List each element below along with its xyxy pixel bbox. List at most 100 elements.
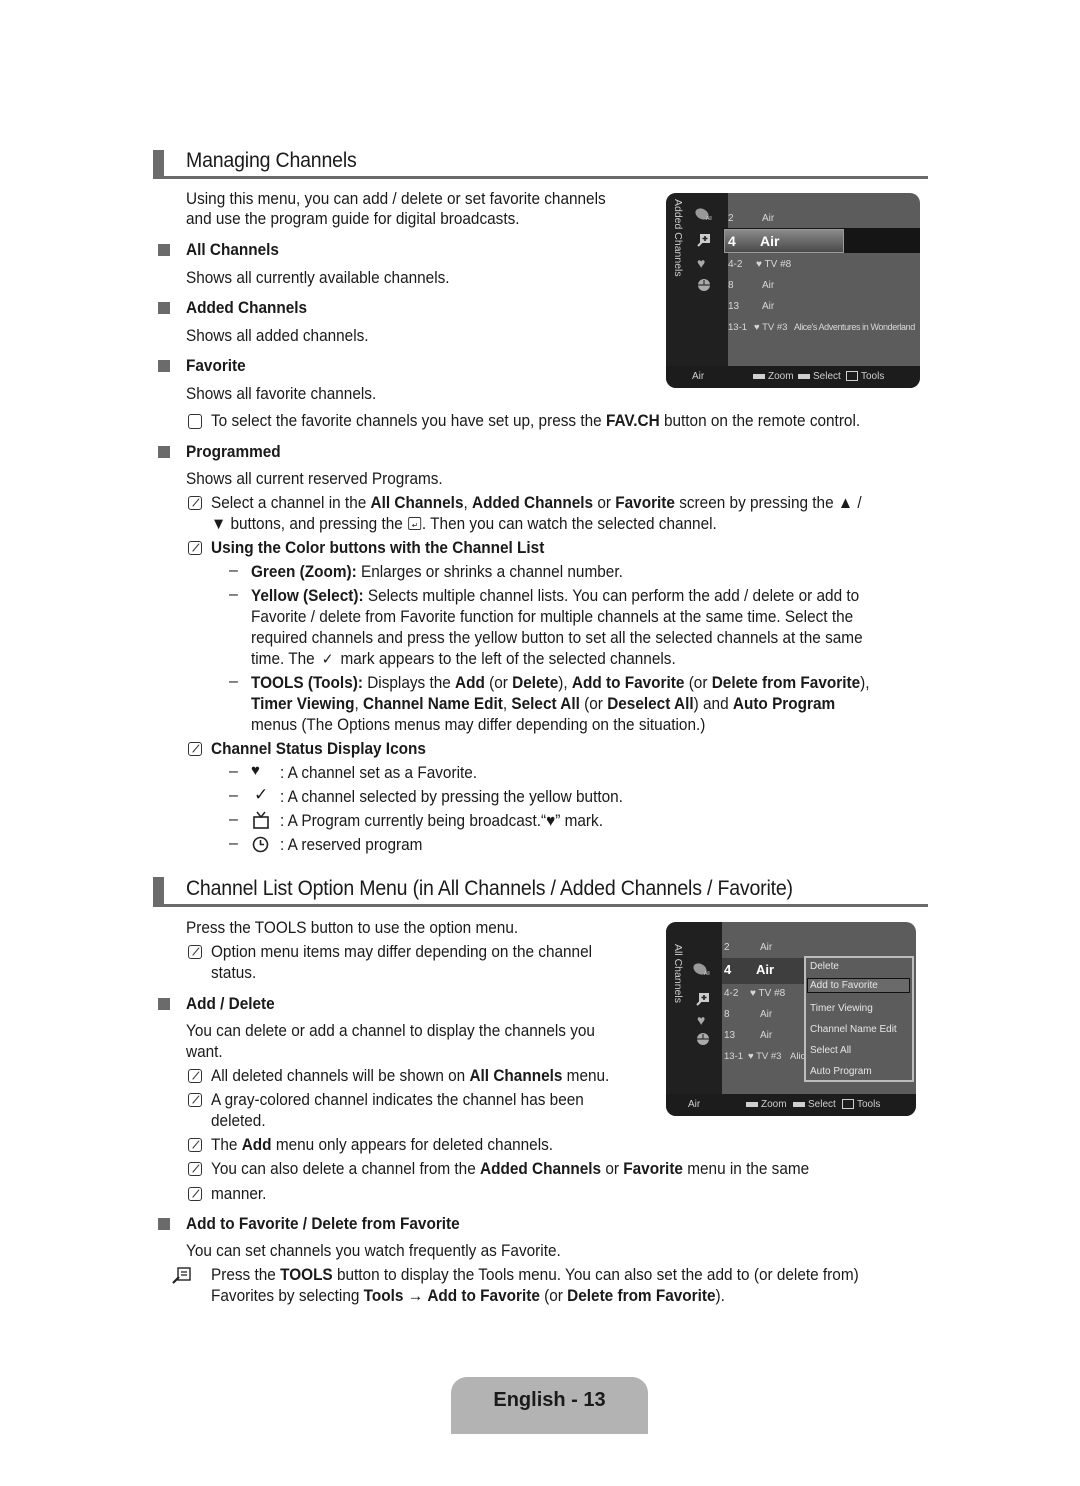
tv-screen-all-channels: All Channels All ♥ 2 Air 4 Air 4-2 ♥ TV #8 …	[666, 922, 916, 1116]
bullet	[158, 302, 170, 314]
note-icon	[188, 742, 202, 756]
select-note-line1: Select a channel in the All Channels, Ad…	[211, 494, 862, 512]
option-intro: Press the TOOLS button to use the option…	[186, 919, 519, 937]
menu-item-auto-program[interactable]: Auto Program	[810, 1066, 872, 1077]
checkmark-icon: ✓	[254, 785, 269, 804]
dash: –	[229, 763, 238, 780]
footer-select[interactable]: Select	[798, 371, 841, 382]
note-icon	[188, 541, 202, 555]
footer-select[interactable]: Select	[793, 1099, 836, 1110]
bullet	[158, 360, 170, 372]
footer-zoom[interactable]: Zoom	[753, 371, 794, 382]
item-heading-added-channels: Added Channels	[186, 299, 308, 317]
checkmark-icon: ✓	[321, 651, 334, 668]
dash: –	[229, 787, 238, 804]
channel-row[interactable]: 2 Air	[724, 942, 772, 953]
section-rule	[153, 904, 928, 907]
footer-tools[interactable]: Tools	[846, 371, 884, 382]
favorite-tools-line1: Press the TOOLS button to display the To…	[211, 1266, 859, 1284]
option-note-line2: status.	[211, 964, 257, 982]
channel-row[interactable]: 2 Air	[728, 213, 774, 224]
option-note-line1: Option menu items may differ depending o…	[211, 943, 593, 961]
all-channels-icon: All	[692, 962, 712, 977]
note-icon	[188, 1069, 202, 1083]
note-icon	[188, 1162, 202, 1176]
menu-item-timer-viewing[interactable]: Timer Viewing	[810, 1003, 873, 1014]
bullet	[158, 446, 170, 458]
channel-row-selected[interactable]: 4 Air	[728, 233, 779, 249]
bullet	[158, 244, 170, 256]
page-number-tab: English - 13	[451, 1377, 648, 1434]
tools-line1: TOOLS (Tools): Displays the Add (or Dele…	[251, 674, 870, 692]
section-title-option-menu: Channel List Option Menu (in All Channel…	[186, 877, 793, 900]
note-icon	[188, 496, 202, 510]
all-channels-icon: All	[694, 207, 714, 222]
yellow-button-icon	[793, 1101, 805, 1107]
page-label: English - 13	[493, 1389, 606, 1411]
enter-icon: ↵	[407, 517, 421, 530]
item-desc: Shows all current reserved Programs.	[186, 470, 443, 488]
dash: –	[229, 673, 238, 690]
fav-note: To select the favorite channels you have…	[211, 412, 861, 430]
dash: –	[229, 586, 238, 603]
select-note-line2: ▼ buttons, and pressing the ↵. Then you …	[211, 515, 717, 533]
item-heading-programmed: Programmed	[186, 443, 281, 461]
favorite-desc: You can set channels you watch frequentl…	[186, 1242, 561, 1260]
channel-row[interactable]: 13-1 ♥ TV #3 Alic	[724, 1051, 805, 1062]
favorite-heart-icon: ♥	[697, 1012, 706, 1028]
section-rule	[153, 176, 928, 179]
svg-text:All: All	[706, 216, 712, 221]
tv-footer: Air Zoom Select Tools	[666, 1094, 916, 1116]
note-icon	[188, 1187, 202, 1201]
footer-source: Air	[688, 1099, 701, 1110]
dash: –	[229, 811, 238, 828]
green-zoom-line: Green (Zoom): Enlarges or shrinks a chan…	[251, 563, 623, 581]
dash: –	[229, 835, 238, 852]
section-marker	[153, 150, 164, 177]
add-delete-note: A gray-colored channel indicates the cha…	[211, 1091, 584, 1109]
tv-broadcast-icon	[253, 811, 269, 829]
footer-source: Air	[692, 371, 705, 382]
tools-icon	[846, 371, 858, 382]
status-icon-desc: : A reserved program	[280, 836, 423, 854]
footer-zoom[interactable]: Zoom	[746, 1099, 787, 1110]
option-menu: Delete Add to Favorite Timer Viewing Cha…	[804, 956, 914, 1082]
menu-item-delete[interactable]: Delete	[810, 961, 839, 972]
intro-line: Using this menu, you can add / delete or…	[186, 190, 606, 208]
yellow-select-line4: time. The ✓ mark appears to the left of …	[251, 650, 676, 668]
item-desc: Shows all currently available channels.	[186, 269, 450, 287]
menu-item-add-to-favorite[interactable]: Add to Favorite	[807, 978, 910, 993]
channel-row[interactable]: 13 Air	[724, 1030, 772, 1041]
add-delete-desc: You can delete or add a channel to displ…	[186, 1022, 595, 1040]
favorite-tools-line2: Favorites by selecting Tools → Add to Fa…	[211, 1287, 725, 1305]
dash: –	[229, 562, 238, 579]
intro-line: and use the program guide for digital br…	[186, 210, 520, 228]
add-delete-desc: want.	[186, 1043, 223, 1061]
added-channels-icon	[696, 992, 710, 1006]
yellow-select-line2: Favorite / delete from Favorite function…	[251, 608, 854, 626]
channel-row[interactable]: 13-1 ♥ TV #3 Alice's Adventures in Wonderl…	[728, 322, 915, 333]
channel-row[interactable]: 13 Air	[728, 301, 774, 312]
channel-row[interactable]: 8 Air	[724, 1009, 772, 1020]
favorite-heading: Add to Favorite / Delete from Favorite	[186, 1215, 460, 1233]
status-icon-desc: : A channel set as a Favorite.	[280, 764, 478, 782]
tv-side-label: Added Channels	[672, 199, 684, 277]
channel-row[interactable]: 8 Air	[728, 280, 774, 291]
menu-item-select-all[interactable]: Select All	[810, 1045, 851, 1056]
yellow-button-icon	[798, 373, 810, 379]
bullet	[158, 1218, 170, 1230]
add-delete-note: All deleted channels will be shown on Al…	[211, 1067, 610, 1085]
channel-row[interactable]: 4-2 ♥ TV #8	[728, 259, 791, 270]
channel-row-selected[interactable]: 4 Air	[724, 962, 774, 977]
footer-tools[interactable]: Tools	[842, 1099, 880, 1110]
channel-row[interactable]: 4-2 ♥ TV #8	[724, 988, 785, 999]
note-icon	[188, 945, 202, 959]
item-heading-all-channels: All Channels	[186, 241, 279, 259]
clock-icon	[252, 836, 269, 853]
status-icons-heading: Channel Status Display Icons	[211, 740, 426, 758]
add-delete-note: You can also delete a channel from the A…	[211, 1160, 810, 1178]
green-button-icon	[753, 373, 765, 379]
yellow-select-line3: required channels and press the yellow b…	[251, 629, 863, 647]
favorite-heart-icon: ♥	[697, 255, 706, 271]
menu-item-channel-name-edit[interactable]: Channel Name Edit	[810, 1024, 897, 1035]
